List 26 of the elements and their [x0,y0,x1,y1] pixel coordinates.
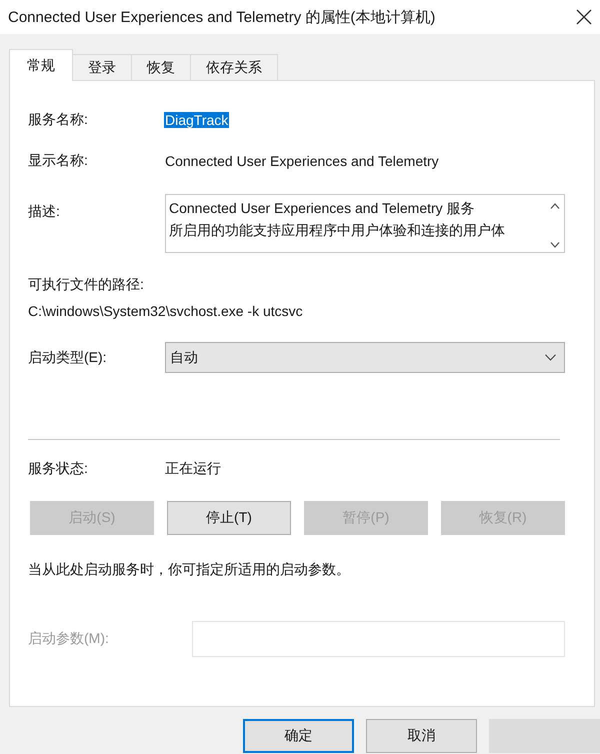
display-name-value: Connected User Experiences and Telemetry [165,153,439,169]
field-label: 启动类型(E): [28,348,108,366]
field-label: 服务名称: [28,111,89,129]
field-label: 描述: [28,203,61,221]
tab[interactable]: 常规 [9,49,73,81]
service-status-value: 正在运行 [165,460,221,478]
tab[interactable]: 依存关系 [190,54,278,80]
field-label: 服务状态: [28,460,89,478]
service-name-value: DiagTrack [164,112,230,128]
scroll-down-icon[interactable] [550,242,560,248]
dialog-button[interactable]: 确定 [243,719,354,753]
description-field[interactable]: Connected User Experiences and Telemetry 服务 所启用的功能支持应用程序中用户体验和连接的用户体 [165,194,565,253]
service-control-button[interactable]: 停止(T) [167,501,291,535]
close-icon[interactable] [576,9,592,25]
chevron-down-icon [545,354,556,361]
field-label: 可执行文件的路径: [28,276,144,294]
hint-text: 当从此处启动服务时，你可指定所适用的启动参数。 [28,561,350,579]
description-line: Connected User Experiences and Telemetry 服务 [169,199,475,218]
startup-type-dropdown[interactable]: 自动 [165,342,565,373]
field-label: 显示名称: [28,152,89,170]
dialog-button[interactable]: 取消 [366,719,477,753]
scroll-up-icon[interactable] [550,203,560,209]
description-line: 所启用的功能支持应用程序中用户体验和连接的用户体 [169,221,505,240]
window-title: Connected User Experiences and Telemetry 的属性(本地计算机) [8,8,436,26]
field-label: 启动参数(M): [28,630,110,648]
executable-path-value: C:\windows\System32\svchost.exe -k utcsvc [28,303,303,319]
